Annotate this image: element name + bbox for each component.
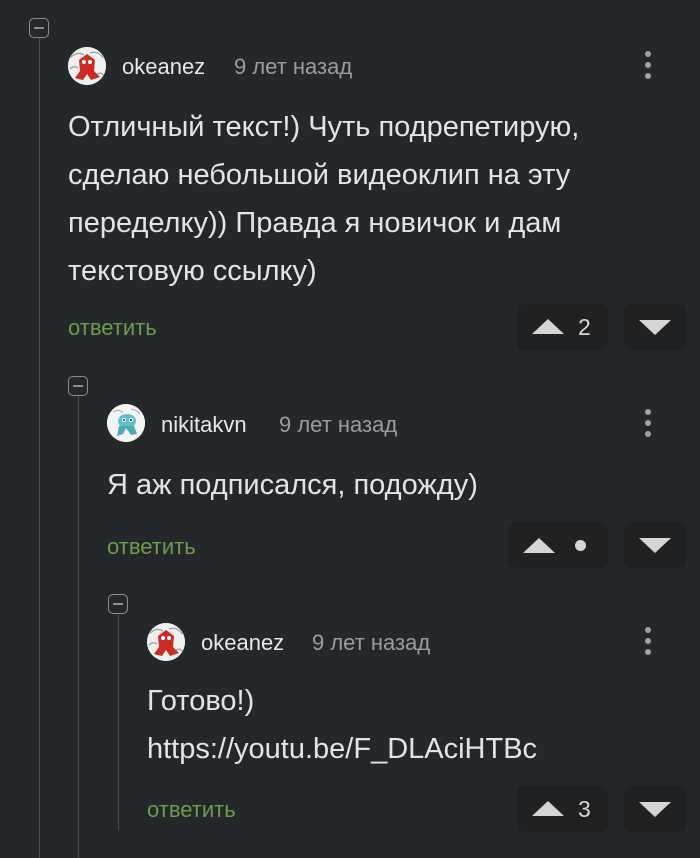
- vote-score: 3: [578, 796, 591, 822]
- arrow-up-icon: [523, 538, 555, 553]
- arrow-down-icon: [639, 538, 671, 553]
- upvote-button[interactable]: [508, 522, 608, 568]
- reply-button[interactable]: ответить: [107, 534, 196, 560]
- avatar[interactable]: [107, 404, 145, 442]
- comment-text: Готово!) https://youtu.be/F_DLAciHTBc: [147, 685, 538, 765]
- score-hidden-dot-icon: [575, 540, 586, 551]
- collapse-thread-button[interactable]: [29, 18, 49, 38]
- arrow-down-icon: [639, 802, 671, 817]
- more-options-icon[interactable]: [643, 51, 653, 85]
- more-options-icon[interactable]: [643, 409, 653, 443]
- vote-score: 2: [578, 314, 591, 340]
- collapse-thread-button[interactable]: [108, 594, 128, 614]
- cyan-character-avatar-icon: [107, 404, 145, 442]
- arrow-down-icon: [639, 320, 671, 335]
- comment-text: Отличный текст!) Чуть подрепетирую, сдел…: [68, 111, 580, 287]
- upvote-button[interactable]: 3: [517, 786, 608, 832]
- downvote-button[interactable]: [624, 304, 686, 350]
- timestamp: 9 лет назад: [279, 412, 398, 437]
- comment-text: Я аж подписался, подожду): [107, 469, 478, 501]
- username[interactable]: okeanez: [122, 54, 205, 80]
- avatar[interactable]: [147, 623, 185, 661]
- timestamp: 9 лет назад: [234, 54, 353, 79]
- username[interactable]: okeanez: [201, 630, 284, 656]
- arrow-up-icon: [532, 801, 564, 816]
- thread-line-level-1: [39, 38, 40, 858]
- reply-button[interactable]: ответить: [147, 797, 236, 823]
- red-character-avatar-icon: [147, 623, 185, 661]
- downvote-button[interactable]: [624, 522, 686, 568]
- thread-line-level-3: [118, 614, 119, 830]
- avatar[interactable]: [68, 47, 106, 85]
- collapse-thread-button[interactable]: [68, 376, 88, 396]
- reply-button[interactable]: ответить: [68, 315, 157, 341]
- timestamp: 9 лет назад: [312, 630, 431, 655]
- red-character-avatar-icon: [68, 47, 106, 85]
- thread-line-level-2: [78, 396, 79, 858]
- upvote-button[interactable]: 2: [517, 304, 608, 350]
- arrow-up-icon: [532, 319, 564, 334]
- downvote-button[interactable]: [624, 786, 686, 832]
- username[interactable]: nikitakvn: [161, 412, 247, 438]
- more-options-icon[interactable]: [643, 627, 653, 661]
